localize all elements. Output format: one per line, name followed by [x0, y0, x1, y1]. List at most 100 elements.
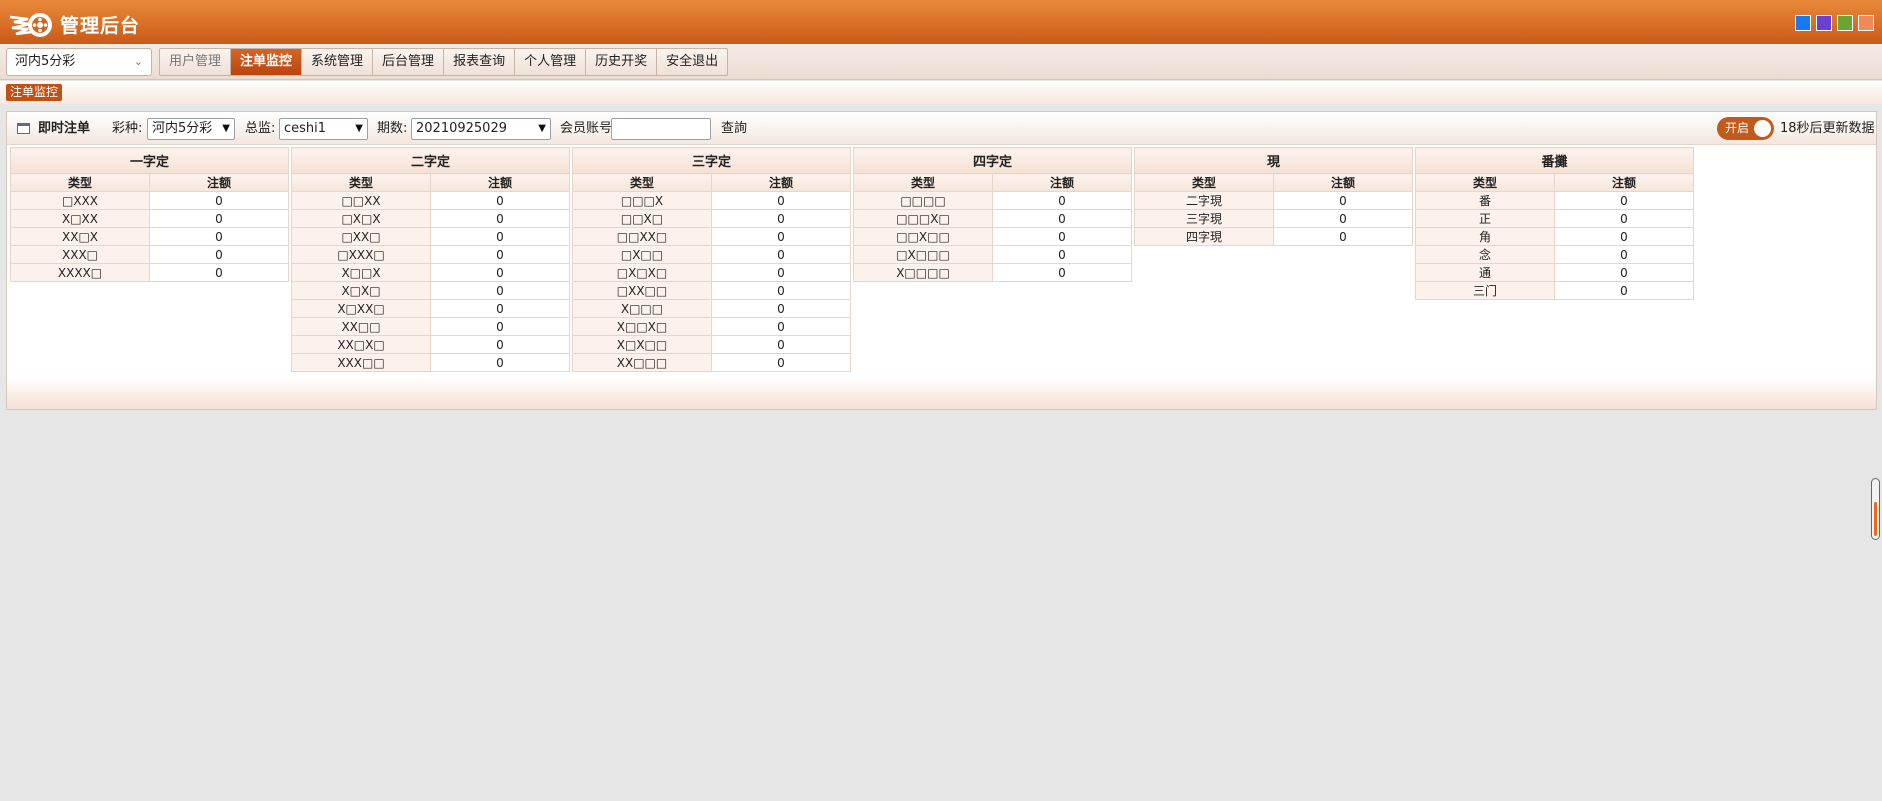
- bet-amount-cell: 0: [1273, 227, 1413, 246]
- lottery-select[interactable]: 河内5分彩 ⌄: [6, 48, 152, 76]
- table-row: □X□□ 0: [572, 245, 851, 264]
- app-header: 管理后台: [0, 0, 1882, 48]
- table-title: 番攤: [1415, 147, 1694, 174]
- table-row: 念0: [1415, 245, 1694, 264]
- lottery-filter-select[interactable]: 河内5分彩 ▼: [147, 118, 235, 140]
- menu-item[interactable]: 系统管理: [302, 49, 374, 75]
- bet-amount-cell: 0: [430, 209, 570, 228]
- menu-item[interactable]: 注单监控: [231, 49, 303, 75]
- bet-type-cell: □XX□: [291, 227, 431, 246]
- menu-item[interactable]: 报表查询: [444, 49, 516, 75]
- table-row: □□XX 0: [291, 191, 570, 210]
- column-header: 类型: [10, 173, 150, 192]
- table-row: □XX□□ 0: [572, 281, 851, 300]
- panel-footer: [7, 377, 1876, 409]
- table-row: □X□X□ 0: [572, 263, 851, 282]
- menu-item[interactable]: 安全退出: [657, 49, 727, 75]
- bet-type-cell: XXX□□: [291, 353, 431, 372]
- bet-table: 二字定 类型 注额 □□XX 0 □X□X 0 □XX□ 0 □XXX□ 0 X□□X 0 X□X□ 0 X□…: [291, 147, 570, 372]
- bet-type-cell: □X□X□: [572, 263, 712, 282]
- auto-refresh-toggle[interactable]: 开启: [1717, 117, 1774, 140]
- scroll-indicator[interactable]: [1871, 478, 1880, 540]
- bet-amount-cell: 0: [430, 335, 570, 354]
- bet-type-cell: □□X□: [572, 209, 712, 228]
- bet-amount-cell: 0: [149, 227, 289, 246]
- bet-amount-cell: 0: [430, 317, 570, 336]
- breadcrumb[interactable]: 注单监控: [6, 84, 63, 101]
- table-row: XXX□ 0: [10, 245, 289, 264]
- table-row: □X□X 0: [291, 209, 570, 228]
- table-row: □XXX□ 0: [291, 245, 570, 264]
- bet-type-cell: □XX□□: [572, 281, 712, 300]
- period-select[interactable]: 20210925029 ▼: [411, 118, 551, 140]
- bet-type-cell: □X□X: [291, 209, 431, 228]
- director-value: ceshi1: [284, 121, 327, 136]
- panel-title: 即时注单: [17, 112, 90, 145]
- bet-type-cell: XX□□: [291, 317, 431, 336]
- table-title: 四字定: [853, 147, 1132, 174]
- theme-swatch[interactable]: [1837, 15, 1853, 31]
- menu-item[interactable]: 后台管理: [373, 49, 445, 75]
- bet-amount-cell: 0: [711, 299, 851, 318]
- column-header: 类型: [572, 173, 712, 192]
- bet-type-cell: XX□X: [10, 227, 150, 246]
- table-row: XXXX□ 0: [10, 263, 289, 282]
- bet-type-cell: 通: [1415, 263, 1555, 282]
- bet-amount-cell: 0: [430, 263, 570, 282]
- theme-swatch[interactable]: [1816, 15, 1832, 31]
- table-row: X□X□ 0: [291, 281, 570, 300]
- bet-type-cell: X□□□□: [853, 263, 993, 282]
- bet-amount-cell: 0: [1273, 191, 1413, 210]
- table-row: X□□□□ 0: [853, 263, 1132, 282]
- bet-type-cell: 二字現: [1134, 191, 1274, 210]
- table-row: X□□□ 0: [572, 299, 851, 318]
- bet-type-cell: 正: [1415, 209, 1555, 228]
- refresh-countdown: 18秒后更新数据: [1780, 121, 1875, 136]
- main-nav: 河内5分彩 ⌄ 用户管理 注单监控 系统管理 后台管理 报表查询 个人管理 历史开奖 安全退出: [0, 44, 1882, 80]
- bet-type-cell: 番: [1415, 191, 1555, 210]
- table-title: 二字定: [291, 147, 570, 174]
- menu-item[interactable]: 历史开奖: [586, 49, 658, 75]
- bet-amount-cell: 0: [711, 227, 851, 246]
- member-account-input[interactable]: [611, 118, 711, 140]
- theme-switcher: [1795, 15, 1874, 31]
- bet-type-cell: XXXX□: [10, 263, 150, 282]
- director-select[interactable]: ceshi1 ▼: [279, 118, 368, 140]
- query-button[interactable]: 查詢: [721, 112, 747, 145]
- theme-swatch[interactable]: [1858, 15, 1874, 31]
- column-header: 类型: [1415, 173, 1555, 192]
- theme-swatch[interactable]: [1795, 15, 1811, 31]
- table-title: 三字定: [572, 147, 851, 174]
- table-row: XX□□ 0: [291, 317, 570, 336]
- bet-amount-cell: 0: [711, 191, 851, 210]
- bet-amount-cell: 0: [711, 353, 851, 372]
- caret-down-icon: ▼: [538, 123, 546, 134]
- bet-type-cell: □XXX□: [291, 245, 431, 264]
- bet-type-cell: 角: [1415, 227, 1555, 246]
- table-title: 一字定: [10, 147, 289, 174]
- bet-amount-cell: 0: [711, 281, 851, 300]
- bet-amount-cell: 0: [992, 191, 1132, 210]
- bet-amount-cell: 0: [430, 353, 570, 372]
- bet-type-cell: 三字現: [1134, 209, 1274, 228]
- bet-amount-cell: 0: [1554, 263, 1694, 282]
- table-row: X□XX□ 0: [291, 299, 570, 318]
- bet-type-cell: □X□□: [572, 245, 712, 264]
- menu-item[interactable]: 个人管理: [515, 49, 587, 75]
- caret-down-icon: ▼: [355, 123, 363, 134]
- logo: 管理后台: [8, 8, 140, 40]
- scroll-indicator-fill: [1874, 502, 1877, 536]
- table-row: □□□X 0: [572, 191, 851, 210]
- bet-amount-cell: 0: [711, 335, 851, 354]
- bet-type-cell: X□□X□: [572, 317, 712, 336]
- bet-amount-cell: 0: [1273, 209, 1413, 228]
- bet-amount-cell: 0: [1554, 227, 1694, 246]
- table-row: 三字現 0: [1134, 209, 1413, 228]
- table-row: □□□X□ 0: [853, 209, 1132, 228]
- menu-item[interactable]: 用户管理: [160, 49, 232, 75]
- flame-logo-icon: [9, 13, 52, 37]
- table-row: X□X□□ 0: [572, 335, 851, 354]
- app-title: 管理后台: [60, 14, 141, 37]
- bet-type-cell: □□□X: [572, 191, 712, 210]
- bet-amount-cell: 0: [711, 263, 851, 282]
